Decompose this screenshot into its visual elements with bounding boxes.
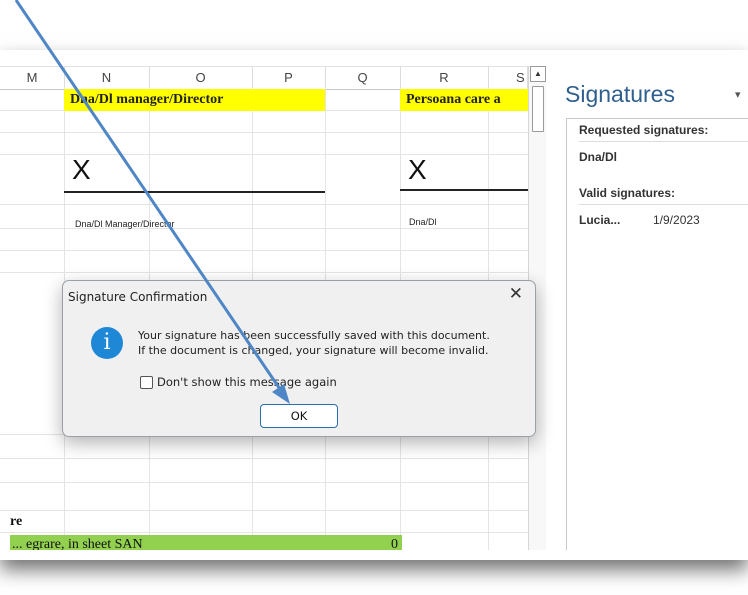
valid-signature-date: 1/9/2023 bbox=[653, 213, 700, 227]
column-header-o[interactable]: O bbox=[149, 67, 253, 89]
ok-button[interactable]: OK bbox=[260, 404, 338, 428]
grid-line bbox=[0, 482, 528, 483]
grid-line bbox=[0, 250, 528, 251]
row-label[interactable]: re bbox=[10, 514, 22, 530]
divider bbox=[579, 141, 748, 142]
signature-header-manager[interactable]: Dna/Dl manager/Director bbox=[64, 89, 325, 111]
dont-show-again-checkbox[interactable] bbox=[140, 376, 153, 389]
signature-confirmation-dialog: Signature Confirmation ✕ i Your signatur… bbox=[62, 280, 536, 437]
signature-x-mark: X bbox=[72, 154, 91, 185]
pane-title: Signatures bbox=[565, 81, 675, 107]
signature-header-person[interactable]: Persoana care a bbox=[400, 89, 528, 111]
signature-caption: Dna/Dl bbox=[409, 217, 437, 227]
column-header-s[interactable]: S bbox=[488, 67, 528, 89]
info-icon: i bbox=[91, 327, 123, 359]
signature-x-mark: X bbox=[408, 154, 427, 185]
divider bbox=[579, 204, 748, 205]
highlighted-row-value: 0 bbox=[391, 537, 398, 550]
dialog-message-line-1: Your signature has been successfully sav… bbox=[138, 329, 490, 342]
column-header-p[interactable]: P bbox=[252, 67, 326, 89]
scroll-thumb[interactable] bbox=[532, 86, 544, 132]
grid-line bbox=[0, 532, 528, 533]
highlighted-row-text: ... egrare, in sheet SAN bbox=[12, 537, 143, 550]
grid-line bbox=[0, 272, 528, 273]
column-header-r[interactable]: R bbox=[400, 67, 489, 89]
scroll-up-arrow-icon[interactable]: ▲ bbox=[530, 66, 546, 82]
valid-signatures-heading: Valid signatures: bbox=[579, 186, 676, 200]
signature-list: Requested signatures: Dna/Dl Valid signa… bbox=[566, 118, 748, 550]
valid-signature-name[interactable]: Lucia... bbox=[579, 213, 620, 227]
signature-line bbox=[64, 191, 325, 193]
dialog-title: Signature Confirmation bbox=[68, 290, 208, 304]
grid-line bbox=[0, 458, 528, 459]
highlighted-row[interactable]: ... egrare, in sheet SAN 0 bbox=[10, 535, 402, 550]
signature-caption: Dna/Dl Manager/Director bbox=[75, 219, 175, 229]
grid-line bbox=[0, 132, 528, 133]
close-icon[interactable]: ✕ bbox=[509, 284, 523, 304]
signatures-pane: Signatures ▾ Requested signatures: Dna/D… bbox=[546, 54, 748, 550]
pane-options-chevron-icon[interactable]: ▾ bbox=[735, 88, 741, 101]
signature-line bbox=[400, 189, 528, 191]
column-header-m[interactable]: M bbox=[0, 67, 65, 89]
grid-line bbox=[0, 510, 528, 511]
dont-show-again-label[interactable]: Don't show this message again bbox=[157, 375, 337, 389]
column-headers: M N O P Q R S bbox=[0, 66, 528, 90]
dialog-message-line-2: If the document is changed, your signatu… bbox=[138, 344, 489, 357]
column-header-n[interactable]: N bbox=[64, 67, 150, 89]
requested-signature-item[interactable]: Dna/Dl bbox=[579, 150, 617, 164]
column-header-q[interactable]: Q bbox=[325, 67, 401, 89]
requested-signatures-heading: Requested signatures: bbox=[579, 123, 709, 137]
grid-line bbox=[0, 204, 528, 205]
